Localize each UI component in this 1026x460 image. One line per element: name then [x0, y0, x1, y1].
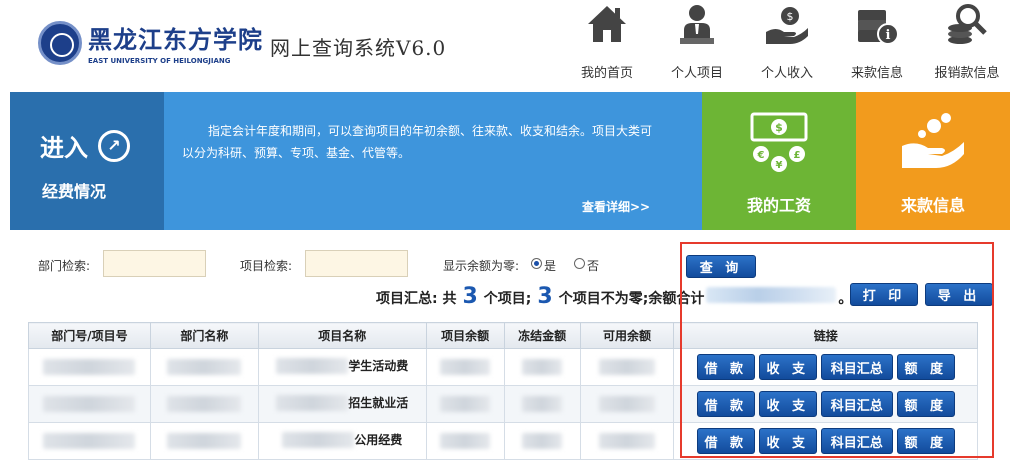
- dept-search-input[interactable]: [103, 250, 206, 277]
- nav-label: 个人收入: [760, 66, 813, 81]
- summary-prefix: 项目汇总: 共: [376, 291, 457, 307]
- col-project-name: 项目名称: [257, 322, 427, 349]
- cell-dept-name: [149, 422, 259, 460]
- cell-available-balance: [579, 385, 675, 423]
- nav-home[interactable]: 我的首页: [562, 0, 652, 81]
- total-project-count: 3: [462, 284, 478, 309]
- description-panel: 指定会计年度和期间，可以查询项目的年初余额、往来款、收支和结余。项目大类可以分为…: [164, 92, 702, 230]
- svg-text:$: $: [775, 121, 783, 134]
- enter-title: 进入 ↗: [40, 128, 130, 163]
- cell-frozen-amount: [503, 348, 581, 386]
- nonzero-project-count: 3: [537, 284, 553, 309]
- cell-dept-name: [149, 348, 259, 386]
- project-name-suffix: 公用经费: [354, 433, 403, 448]
- enter-subtitle: 经费情况: [42, 182, 107, 201]
- income-label: 来款信息: [900, 196, 965, 215]
- arrow-up-right-icon: ↗: [98, 129, 130, 162]
- zero-yes-label: 是: [544, 259, 557, 273]
- header: 黑龙江东方学院 EAST UNIVERSITY OF HEILONGJIANG …: [0, 0, 1026, 92]
- nav-payment-info[interactable]: i 来款信息: [832, 0, 922, 81]
- show-zero-label: 显示余额为零:: [443, 259, 520, 273]
- project-search-label: 项目检索:: [240, 259, 293, 273]
- enter-funds-tile[interactable]: 进入 ↗ 经费情况: [10, 92, 164, 230]
- col-dept-project-no: 部门号/项目号: [28, 322, 151, 349]
- project-name-suffix: 学生活动费: [348, 359, 409, 374]
- person-icon: [680, 5, 714, 44]
- project-search-input[interactable]: [305, 250, 408, 277]
- money-bill-icon: $ € ¥ £: [750, 112, 808, 172]
- cell-available-balance: [579, 348, 675, 386]
- zero-no-radio[interactable]: [574, 258, 585, 269]
- nav-personal-income[interactable]: $ 个人收入: [742, 0, 832, 81]
- system-title: 网上查询系统V6.0: [270, 36, 447, 60]
- nav-label: 个人项目: [670, 66, 723, 81]
- home-icon: [588, 6, 626, 42]
- view-details-link[interactable]: 查看详细>>: [582, 198, 650, 215]
- nav-label: 我的首页: [580, 66, 633, 81]
- my-salary-tile[interactable]: $ € ¥ £ 我的工资: [702, 92, 856, 230]
- cell-dept-project-no: [28, 348, 151, 386]
- zero-yes-radio[interactable]: [531, 258, 542, 269]
- description-text: 指定会计年度和期间，可以查询项目的年初余额、往来款、收支和结余。项目大类可以分为…: [182, 124, 653, 160]
- salary-label: 我的工资: [746, 196, 811, 215]
- nav-reimbursement-info[interactable]: 报销款信息: [922, 0, 1012, 81]
- cell-project-name: 学生活动费: [257, 348, 427, 386]
- coins-search-icon: [948, 4, 987, 44]
- cell-project-balance: [425, 385, 505, 423]
- enter-label: 进入: [40, 134, 88, 162]
- cell-project-balance: [425, 422, 505, 460]
- svg-text:£: £: [794, 150, 801, 161]
- logo-chinese-name: 黑龙江东方学院: [88, 25, 263, 54]
- cell-dept-project-no: [28, 422, 151, 460]
- summary-mid1: 个项目;: [483, 291, 532, 307]
- hand-coins-icon: [902, 113, 964, 168]
- cell-frozen-amount: [503, 422, 581, 460]
- highlight-box: [680, 242, 994, 458]
- nav-label: 报销款信息: [934, 66, 1000, 81]
- col-dept-name: 部门名称: [149, 322, 259, 349]
- cell-dept-project-no: [28, 385, 151, 423]
- dept-search-label: 部门检索:: [38, 259, 91, 273]
- hand-coin-icon: $: [766, 7, 808, 44]
- col-frozen-amount: 冻结金额: [503, 322, 581, 349]
- payment-info-tile[interactable]: 来款信息: [856, 92, 1010, 230]
- col-project-balance: 项目余额: [425, 322, 505, 349]
- svg-text:¥: ¥: [776, 160, 783, 171]
- zero-no-label: 否: [587, 259, 600, 273]
- svg-text:$: $: [787, 10, 794, 23]
- university-logo[interactable]: 黑龙江东方学院 EAST UNIVERSITY OF HEILONGJIANG: [38, 20, 263, 65]
- cell-project-name: 公用经费: [257, 422, 427, 460]
- cell-dept-name: [149, 385, 259, 423]
- svg-text:€: €: [757, 150, 765, 161]
- seal-icon: [38, 20, 82, 65]
- cell-frozen-amount: [503, 385, 581, 423]
- nav-personal-project[interactable]: 个人项目: [652, 0, 742, 81]
- col-available-balance: 可用余额: [579, 322, 675, 349]
- cell-project-balance: [425, 348, 505, 386]
- svg-text:i: i: [886, 28, 891, 43]
- cell-project-name: 招生就业活: [257, 385, 427, 423]
- project-name-suffix: 招生就业活: [348, 396, 409, 411]
- nav-label: 来款信息: [850, 66, 903, 81]
- cell-available-balance: [579, 422, 675, 460]
- money-info-icon: i: [858, 10, 899, 45]
- logo-english-name: EAST UNIVERSITY OF HEILONGJIANG: [88, 57, 231, 65]
